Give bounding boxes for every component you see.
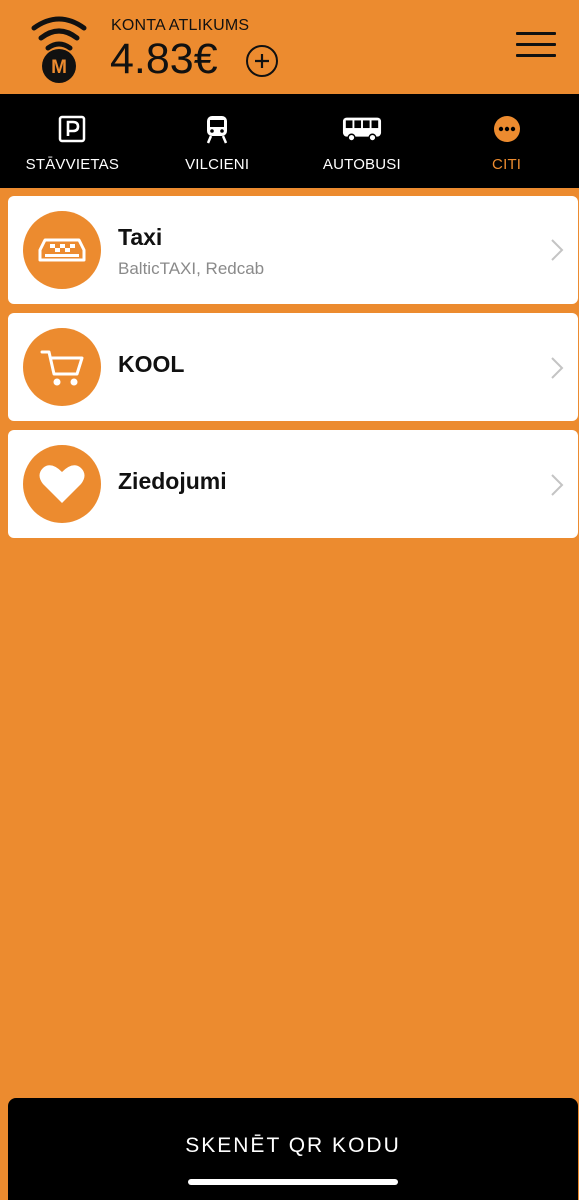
train-icon (197, 114, 237, 144)
service-title: Ziedojumi (118, 468, 227, 494)
category-tabs: STĀVVIETAS VILCIENI AUTOBUSI CITI (0, 94, 579, 188)
service-card-taxi[interactable]: Taxi BalticTAXI, Redcab (8, 196, 578, 304)
taxi-icon (23, 211, 101, 289)
tab-label: CITI (492, 156, 522, 173)
chevron-right-icon (551, 239, 564, 261)
service-title: Taxi (118, 224, 163, 250)
tab-parking[interactable]: STĀVVIETAS (0, 94, 145, 188)
chevron-right-icon (551, 357, 564, 379)
tab-trains[interactable]: VILCIENI (145, 94, 290, 188)
heart-icon (23, 445, 101, 523)
balance-value: 4.83€ (110, 35, 218, 83)
header: M KONTA ATLIKUMS 4.83€ (0, 0, 579, 94)
scan-qr-button[interactable]: SKENĒT QR KODU (8, 1098, 578, 1200)
service-card-donations[interactable]: Ziedojumi (8, 430, 578, 538)
scan-qr-label: SKENĒT QR KODU (185, 1134, 401, 1157)
app-screen: M KONTA ATLIKUMS 4.83€ STĀVVIETAS VILCIE… (0, 0, 579, 1200)
more-icon (487, 114, 527, 144)
service-card-kool[interactable]: KOOL (8, 313, 578, 421)
bus-icon (342, 114, 382, 144)
menu-line (516, 54, 556, 57)
tab-label: AUTOBUSI (322, 156, 401, 173)
home-indicator (188, 1179, 398, 1185)
tab-buses[interactable]: AUTOBUSI (290, 94, 435, 188)
service-subtitle: BalticTAXI, Redcab (118, 259, 265, 278)
cart-icon (23, 328, 101, 406)
menu-line (516, 43, 556, 46)
logo-letter: M (51, 57, 67, 78)
tab-other[interactable]: CITI (434, 94, 579, 188)
hamburger-menu-button[interactable] (516, 32, 556, 58)
parking-icon (52, 114, 92, 144)
balance-label: KONTA ATLIKUMS (111, 17, 250, 34)
chevron-right-icon (551, 474, 564, 496)
app-logo-icon: M (30, 12, 88, 84)
plus-icon (255, 54, 269, 68)
tab-label: STĀVVIETAS (25, 156, 120, 173)
service-title: KOOL (118, 351, 185, 377)
tab-label: VILCIENI (185, 156, 250, 173)
add-funds-button[interactable] (246, 45, 278, 77)
menu-line (516, 32, 556, 35)
